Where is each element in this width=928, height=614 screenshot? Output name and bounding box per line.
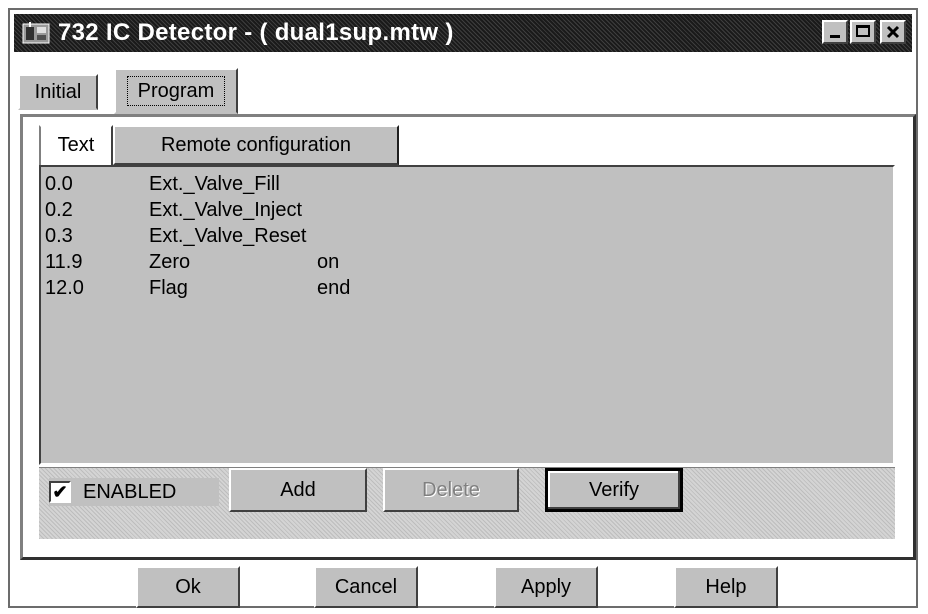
minimize-icon: [830, 35, 840, 38]
maximize-icon: [856, 25, 870, 37]
enabled-checkbox[interactable]: ✔ ENABLED: [49, 478, 219, 506]
maximize-button[interactable]: [850, 20, 876, 44]
close-button[interactable]: [880, 20, 906, 44]
help-button[interactable]: Help: [674, 566, 778, 608]
ok-button[interactable]: Ok: [136, 566, 240, 608]
minimize-button[interactable]: [822, 20, 848, 44]
detector-dialog: 732 IC Detector - ( dual1sup.mtw ) Initi…: [8, 8, 918, 608]
line-time: 12.0: [45, 277, 84, 299]
close-icon: [886, 25, 900, 39]
cancel-button[interactable]: Cancel: [314, 566, 418, 608]
tab-remote-configuration[interactable]: Remote configuration: [113, 125, 399, 165]
app-icon: [22, 22, 50, 44]
tab-text[interactable]: Text: [39, 125, 113, 167]
tab-program[interactable]: Program: [114, 68, 238, 114]
tab-remote-configuration-label: Remote configuration: [160, 134, 352, 156]
line-command: Zero: [149, 251, 191, 273]
line-time: 11.9: [45, 251, 83, 273]
line-command: Flag: [149, 277, 188, 299]
window-title: 732 IC Detector - ( dual1sup.mtw ): [58, 19, 454, 46]
apply-button[interactable]: Apply: [494, 566, 598, 608]
dialog-button-bar: Ok Cancel Apply Help: [12, 566, 914, 608]
title-bar[interactable]: 732 IC Detector - ( dual1sup.mtw ): [14, 14, 912, 52]
add-button[interactable]: Add: [229, 468, 367, 512]
tab-initial[interactable]: Initial: [18, 74, 98, 110]
line-param: on: [317, 251, 340, 273]
command-bar: ✔ ENABLED Add Delete Verify: [39, 467, 895, 539]
verify-button[interactable]: Verify: [545, 468, 683, 512]
line-time: 0.3: [45, 225, 73, 247]
checkmark-icon: ✔: [49, 481, 71, 503]
delete-button[interactable]: Delete: [383, 468, 519, 512]
program-list[interactable]: 0.0 Ext._Valve_Fill 0.2 Ext._Valve_Injec…: [39, 165, 895, 465]
line-time: 0.0: [45, 173, 73, 195]
program-panel: Text Remote configuration 0.0 Ext._Valve…: [20, 114, 916, 560]
line-time: 0.2: [45, 199, 73, 221]
line-command: Ext._Valve_Inject: [149, 199, 303, 221]
tab-program-label: Program: [126, 76, 226, 106]
line-command: Ext._Valve_Fill: [149, 173, 280, 195]
line-param: end: [317, 277, 351, 299]
tab-text-label: Text: [57, 134, 95, 156]
tab-initial-label: Initial: [34, 81, 82, 103]
line-command: Ext._Valve_Reset: [149, 225, 307, 247]
enabled-label: ENABLED: [83, 481, 177, 503]
